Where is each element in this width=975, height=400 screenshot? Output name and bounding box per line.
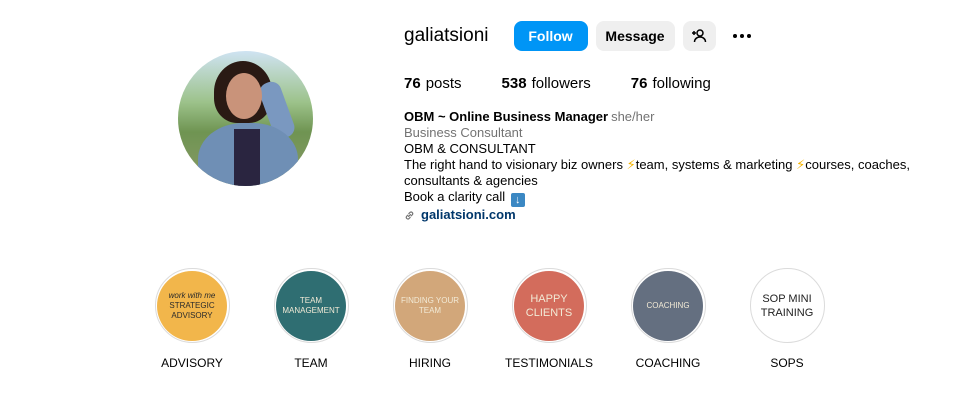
story-highlights: work with me STRATEGIC ADVISORY ADVISORY… — [154, 268, 871, 370]
followers-stat[interactable]: 538 followers — [502, 75, 591, 92]
highlight-cover: SOP MINI TRAINING — [752, 270, 822, 341]
bio-line-3: consultants & agencies — [404, 173, 538, 188]
highlight-cover: FINDING YOUR TEAM — [395, 270, 465, 341]
username: galiatsioni — [404, 25, 489, 46]
highlight-label: TEAM — [294, 356, 328, 370]
highlight-label: ADVISORY — [161, 356, 223, 370]
posts-count: 76 — [404, 75, 421, 92]
link-icon — [405, 210, 414, 220]
bio-line-4: Book a clarity call ↓ — [404, 189, 924, 207]
more-options-icon — [732, 34, 751, 38]
suggested-users-button[interactable] — [682, 21, 716, 51]
bio-line-2-b: team, systems & marketing — [635, 157, 797, 172]
highlight-ring: HAPPY CLIENTS — [511, 268, 587, 343]
highlight-cover-text: FINDING YOUR TEAM — [400, 295, 460, 315]
highlight-label: HIRING — [409, 356, 451, 370]
profile-avatar[interactable] — [178, 51, 313, 186]
highlight-team[interactable]: TEAM MANAGEMENT TEAM — [273, 268, 349, 370]
following-count: 76 — [630, 75, 648, 92]
follow-button[interactable]: Follow — [513, 21, 588, 51]
followers-count: 538 — [501, 75, 527, 92]
bio-line-2-c: courses, coaches, — [805, 157, 911, 172]
highlight-sops[interactable]: SOP MINI TRAINING SOPS — [749, 268, 825, 370]
highlight-cover: work with me STRATEGIC ADVISORY — [157, 270, 227, 341]
avatar-shirt — [234, 129, 260, 186]
highlight-label: COACHING — [635, 356, 701, 370]
bio-line-1: OBM & CONSULTANT — [404, 141, 536, 156]
profile-stats: 76 posts 538 followers 76 following — [404, 75, 751, 92]
highlight-cover-text: SOP MINI TRAINING — [760, 292, 814, 319]
bio-name-line: OBM ~ Online Business Manager she/her — [404, 109, 924, 125]
highlight-hiring[interactable]: FINDING YOUR TEAM HIRING — [392, 268, 468, 370]
bio-line-2: The right hand to visionary biz owners ⚡… — [404, 157, 924, 173]
highlight-label: TESTIMONIALS — [505, 356, 594, 370]
profile-header: galiatsioni Follow Message — [404, 20, 758, 52]
posts-stat: 76 posts — [404, 75, 462, 92]
add-user-icon — [692, 29, 707, 43]
avatar-face — [226, 73, 262, 119]
highlight-ring: SOP MINI TRAINING — [749, 268, 825, 343]
lightning-icon: ⚡ — [796, 157, 806, 172]
profile-bio: OBM ~ Online Business Manager she/her Bus… — [404, 109, 924, 223]
highlight-cover-text: COACHING — [646, 300, 690, 310]
category-label: Business Consultant — [404, 125, 523, 140]
highlight-cover-text: TEAM MANAGEMENT — [282, 295, 340, 315]
highlight-advisory[interactable]: work with me STRATEGIC ADVISORY ADVISORY — [154, 268, 230, 370]
lightning-icon: ⚡ — [626, 157, 636, 172]
posts-label: posts — [425, 75, 462, 92]
more-options-button[interactable] — [726, 21, 758, 51]
down-arrow-icon: ↓ — [510, 193, 525, 207]
bio-line-4-text: Book a clarity call — [404, 189, 509, 204]
bio-website-link[interactable]: galiatsioni.com — [404, 207, 924, 223]
highlight-ring: COACHING — [630, 268, 706, 343]
following-stat[interactable]: 76 following — [631, 75, 711, 92]
highlight-cover-text: HAPPY CLIENTS — [525, 292, 573, 319]
highlight-testimonials[interactable]: HAPPY CLIENTS TESTIMONIALS — [505, 268, 593, 370]
highlight-cover-text: STRATEGIC ADVISORY — [169, 300, 215, 320]
highlight-cover: COACHING — [633, 270, 703, 341]
highlight-cover-subtext: work with me — [168, 290, 216, 300]
highlight-label: SOPS — [770, 356, 804, 370]
bio-line-2-a: The right hand to visionary biz owners — [404, 157, 627, 172]
message-button[interactable]: Message — [595, 21, 675, 51]
highlight-ring: TEAM MANAGEMENT — [273, 268, 349, 343]
website-url: galiatsioni.com — [421, 207, 516, 222]
display-name: OBM ~ Online Business Manager — [404, 109, 609, 124]
following-label: following — [652, 75, 711, 92]
highlight-cover: TEAM MANAGEMENT — [276, 270, 346, 341]
highlight-coaching[interactable]: COACHING COACHING — [630, 268, 706, 370]
pronouns: she/her — [611, 109, 655, 124]
highlight-ring: FINDING YOUR TEAM — [392, 268, 468, 343]
followers-label: followers — [531, 75, 591, 92]
highlight-cover: HAPPY CLIENTS — [514, 270, 584, 341]
highlight-ring: work with me STRATEGIC ADVISORY — [154, 268, 230, 343]
